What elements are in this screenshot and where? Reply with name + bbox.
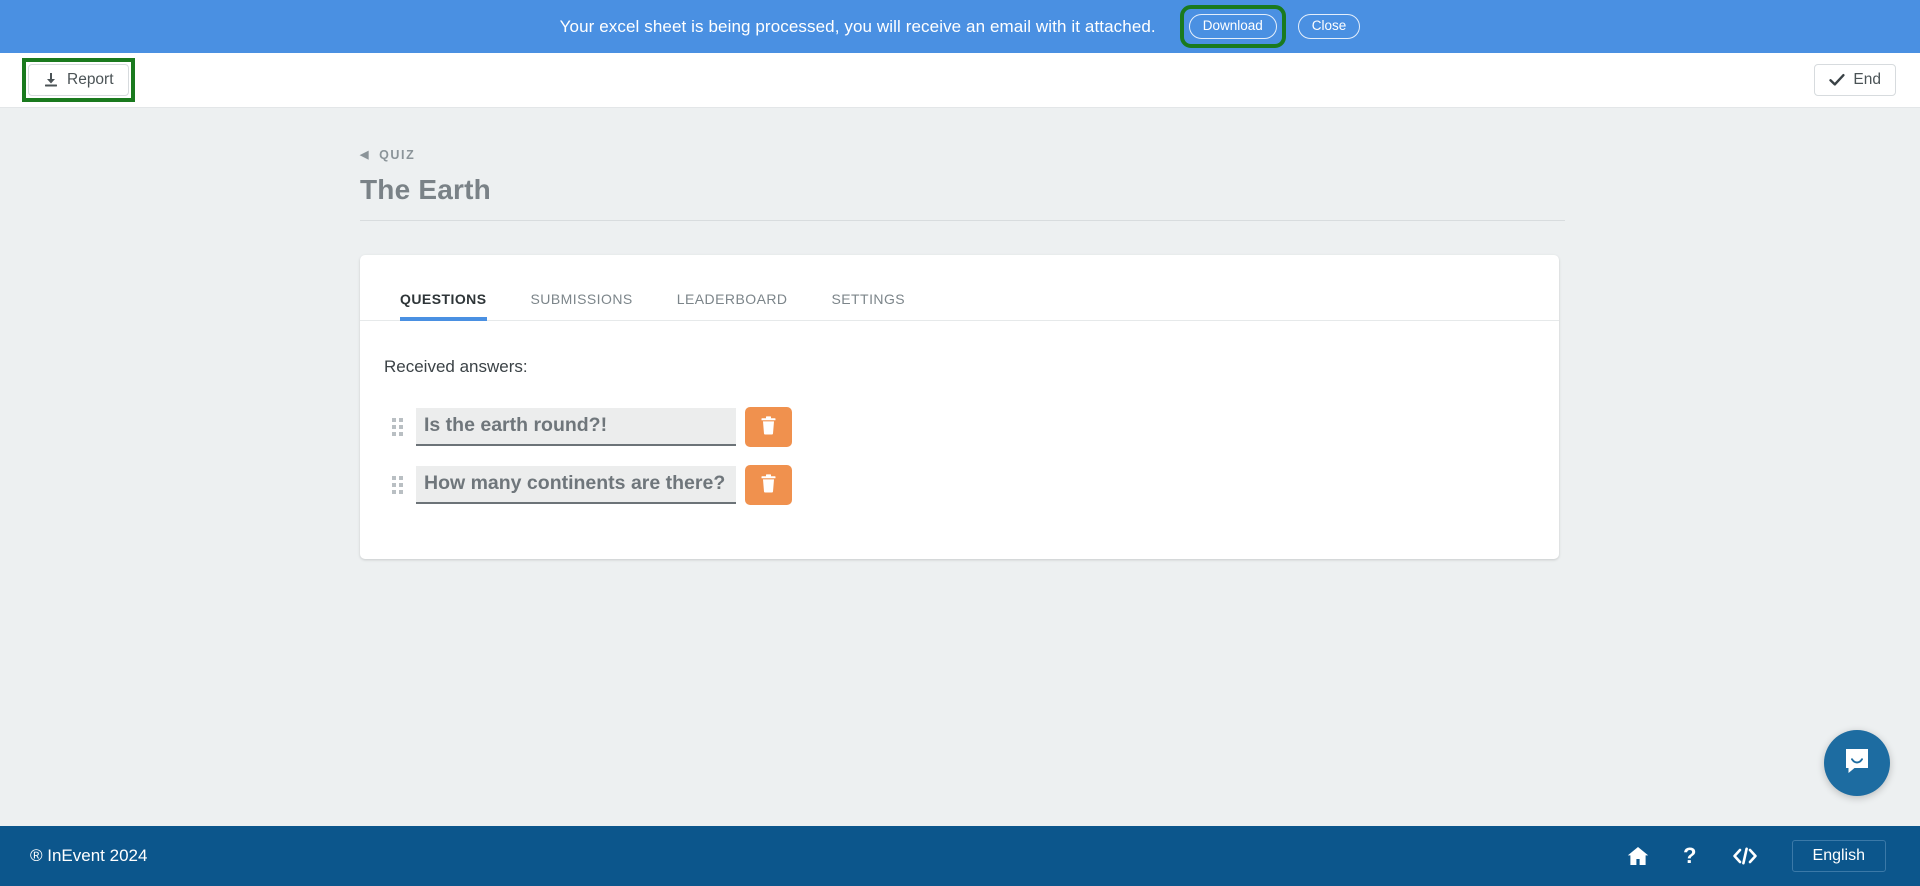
chat-launcher-button[interactable] — [1824, 730, 1890, 796]
code-brackets-icon[interactable] — [1732, 846, 1758, 866]
received-answers-label: Received answers: — [384, 357, 528, 376]
report-button-label: Report — [67, 71, 114, 89]
notification-actions: Download Close — [1179, 5, 1361, 48]
notification-banner: Your excel sheet is being processed, you… — [0, 0, 1920, 53]
question-row — [384, 465, 1535, 505]
question-row — [384, 407, 1535, 447]
question-list — [384, 407, 1535, 505]
tab-questions[interactable]: QUESTIONS — [378, 281, 509, 321]
tab-leaderboard[interactable]: LEADERBOARD — [655, 281, 810, 320]
notification-message: Your excel sheet is being processed, you… — [559, 16, 1156, 36]
download-icon — [43, 72, 59, 88]
page-header: Report End — [0, 53, 1920, 108]
title-divider — [360, 220, 1565, 221]
svg-text:?: ? — [1683, 845, 1696, 867]
end-button-label: End — [1853, 71, 1881, 89]
question-input[interactable] — [416, 466, 736, 504]
page-footer: ® InEvent 2024 ? English — [0, 826, 1920, 886]
page-body: ◀ QUIZ The Earth QUESTIONS SUBMISSIONS L… — [0, 108, 1920, 826]
question-mark-icon[interactable]: ? — [1683, 845, 1698, 867]
trash-icon — [760, 416, 777, 438]
content-column: ◀ QUIZ The Earth QUESTIONS SUBMISSIONS L… — [360, 148, 1565, 559]
home-icon[interactable] — [1627, 846, 1649, 866]
page-title: The Earth — [360, 174, 491, 205]
report-highlight-annotation: Report — [22, 58, 135, 102]
questions-panel: Received answers: — [360, 321, 1559, 505]
download-button[interactable]: Download — [1188, 14, 1277, 39]
drag-handle-icon[interactable] — [384, 418, 410, 436]
quiz-card: QUESTIONS SUBMISSIONS LEADERBOARD SETTIN… — [360, 255, 1559, 559]
check-icon — [1829, 73, 1846, 87]
end-button[interactable]: End — [1814, 64, 1896, 96]
breadcrumb-label: QUIZ — [379, 148, 416, 162]
tab-bar: QUESTIONS SUBMISSIONS LEADERBOARD SETTIN… — [360, 255, 1559, 321]
question-input[interactable] — [416, 408, 736, 446]
chat-bubble-icon — [1841, 745, 1873, 782]
tab-settings[interactable]: SETTINGS — [809, 281, 927, 320]
trash-icon — [760, 474, 777, 496]
copyright-text: ® InEvent 2024 — [30, 846, 148, 865]
language-selector[interactable]: English — [1791, 840, 1886, 872]
footer-actions: ? English — [1627, 840, 1886, 872]
tab-submissions[interactable]: SUBMISSIONS — [509, 281, 655, 320]
delete-question-button[interactable] — [745, 465, 792, 505]
close-banner-button[interactable]: Close — [1297, 14, 1361, 39]
breadcrumb[interactable]: ◀ QUIZ — [360, 148, 415, 162]
left-caret-icon: ◀ — [360, 148, 371, 161]
report-button[interactable]: Report — [28, 64, 129, 96]
download-highlight-annotation: Download — [1179, 5, 1286, 48]
delete-question-button[interactable] — [745, 407, 792, 447]
drag-handle-icon[interactable] — [384, 476, 410, 494]
